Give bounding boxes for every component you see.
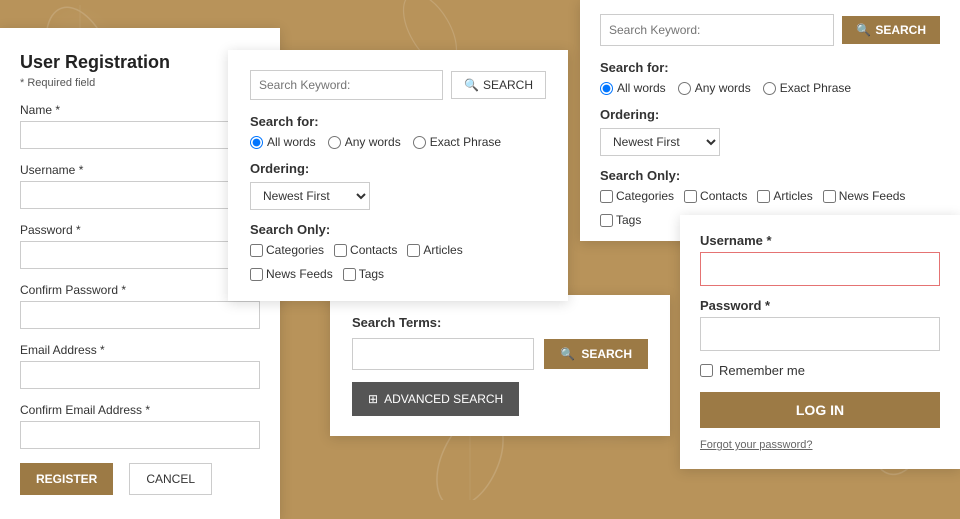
top-checkbox-categories[interactable]: Categories <box>600 189 674 203</box>
top-radio-exact-phrase-label: Exact Phrase <box>780 81 851 95</box>
search-small-button[interactable]: 🔍 SEARCH <box>451 71 546 99</box>
search-small-label: SEARCH <box>483 78 533 92</box>
login-username-input[interactable] <box>700 252 940 286</box>
search-top-button[interactable]: 🔍 SEARCH <box>842 16 940 44</box>
login-panel: Username * Password * Remember me LOG IN… <box>680 215 960 469</box>
ordering-select[interactable]: Newest First <box>250 182 370 210</box>
search-terms-title: Search Terms: <box>352 315 648 330</box>
login-password-label: Password * <box>700 298 940 313</box>
radio-exact-phrase[interactable]: Exact Phrase <box>413 135 501 149</box>
top-checkbox-tags[interactable]: Tags <box>600 213 641 227</box>
top-radio-exact-phrase-input[interactable] <box>763 82 776 95</box>
confirm-password-label: Confirm Password * <box>20 283 260 297</box>
search-top-for-title: Search for: <box>600 60 940 75</box>
forgot-password-link[interactable]: Forgot your password? <box>700 439 813 451</box>
login-password-input[interactable] <box>700 317 940 351</box>
search-terms-button[interactable]: 🔍 SEARCH <box>544 339 648 369</box>
top-radio-any-words-label: Any words <box>695 81 751 95</box>
login-username-label: Username * <box>700 233 940 248</box>
register-button[interactable]: REGISTER <box>20 463 113 495</box>
top-search-only-title: Search Only: <box>600 168 940 183</box>
advanced-search-button[interactable]: ⊞ ADVANCED SEARCH <box>352 382 519 416</box>
search-terms-icon: 🔍 <box>560 347 575 361</box>
radio-exact-phrase-label: Exact Phrase <box>430 135 501 149</box>
search-only-title: Search Only: <box>250 222 546 237</box>
top-radio-all-words-input[interactable] <box>600 82 613 95</box>
checkbox-articles[interactable]: Articles <box>407 243 462 257</box>
radio-all-words-label: All words <box>267 135 316 149</box>
email-label: Email Address * <box>20 343 260 357</box>
remember-me-row: Remember me <box>700 363 940 378</box>
advanced-search-label: ADVANCED SEARCH <box>384 392 503 406</box>
top-radio-any-words[interactable]: Any words <box>678 81 751 95</box>
top-ordering-row: Newest First <box>600 128 940 156</box>
top-radio-exact-phrase[interactable]: Exact Phrase <box>763 81 851 95</box>
confirm-password-input[interactable] <box>20 301 260 329</box>
ordering-title: Ordering: <box>250 161 546 176</box>
password-label: Password * <box>20 223 260 237</box>
email-input[interactable] <box>20 361 260 389</box>
top-checkbox-news-feeds[interactable]: News Feeds <box>823 189 906 203</box>
checkbox-categories[interactable]: Categories <box>250 243 324 257</box>
search-top-panel: 🔍 SEARCH Search for: All words Any words… <box>580 0 960 241</box>
name-field: Name * <box>20 103 260 149</box>
confirm-email-field: Confirm Email Address * <box>20 403 260 449</box>
ordering-row: Newest First <box>250 182 546 210</box>
search-terms-input[interactable] <box>352 338 534 370</box>
username-field: Username * <box>20 163 260 209</box>
top-radio-any-words-input[interactable] <box>678 82 691 95</box>
username-label: Username * <box>20 163 260 177</box>
search-small-for-title: Search for: <box>250 114 546 129</box>
remember-me-checkbox[interactable] <box>700 364 713 377</box>
login-button[interactable]: LOG IN <box>700 392 940 428</box>
radio-all-words[interactable]: All words <box>250 135 316 149</box>
search-terms-label: SEARCH <box>581 347 632 361</box>
name-input[interactable] <box>20 121 260 149</box>
cancel-button[interactable]: CANCEL <box>129 463 212 495</box>
search-top-label: SEARCH <box>875 23 926 37</box>
search-small-keyword-input[interactable] <box>250 70 443 100</box>
password-field: Password * <box>20 223 260 269</box>
top-radio-all-words[interactable]: All words <box>600 81 666 95</box>
top-checkbox-articles[interactable]: Articles <box>757 189 812 203</box>
login-password-field: Password * <box>700 298 940 351</box>
password-input[interactable] <box>20 241 260 269</box>
search-small-icon: 🔍 <box>464 78 479 92</box>
top-radio-all-words-label: All words <box>617 81 666 95</box>
radio-any-words-label: Any words <box>345 135 401 149</box>
search-terms-panel: Search Terms: 🔍 SEARCH ⊞ ADVANCED SEARCH <box>330 295 670 436</box>
confirm-email-label: Confirm Email Address * <box>20 403 260 417</box>
radio-any-words-input[interactable] <box>328 136 341 149</box>
registration-title: User Registration <box>20 52 260 73</box>
top-ordering-title: Ordering: <box>600 107 940 122</box>
email-field: Email Address * <box>20 343 260 389</box>
checkbox-contacts[interactable]: Contacts <box>334 243 397 257</box>
radio-any-words[interactable]: Any words <box>328 135 401 149</box>
radio-all-words-input[interactable] <box>250 136 263 149</box>
confirm-password-field: Confirm Password * <box>20 283 260 329</box>
name-label: Name * <box>20 103 260 117</box>
checkbox-news-feeds[interactable]: News Feeds <box>250 267 333 281</box>
search-top-radio-group: All words Any words Exact Phrase <box>600 81 940 95</box>
advanced-search-icon: ⊞ <box>368 392 378 406</box>
radio-exact-phrase-input[interactable] <box>413 136 426 149</box>
search-small-radio-group: All words Any words Exact Phrase <box>250 135 546 149</box>
search-small-panel: 🔍 SEARCH Search for: All words Any words… <box>228 50 568 301</box>
search-top-icon: 🔍 <box>856 23 871 37</box>
login-username-field: Username * <box>700 233 940 286</box>
checkbox-tags[interactable]: Tags <box>343 267 384 281</box>
top-ordering-select[interactable]: Newest First <box>600 128 720 156</box>
remember-me-label: Remember me <box>719 363 805 378</box>
confirm-email-input[interactable] <box>20 421 260 449</box>
username-input[interactable] <box>20 181 260 209</box>
top-checkbox-contacts[interactable]: Contacts <box>684 189 747 203</box>
search-top-keyword-input[interactable] <box>600 14 834 46</box>
search-only-checkboxes: Categories Contacts Articles News Feeds … <box>250 243 546 281</box>
required-note: * Required field <box>20 77 260 89</box>
